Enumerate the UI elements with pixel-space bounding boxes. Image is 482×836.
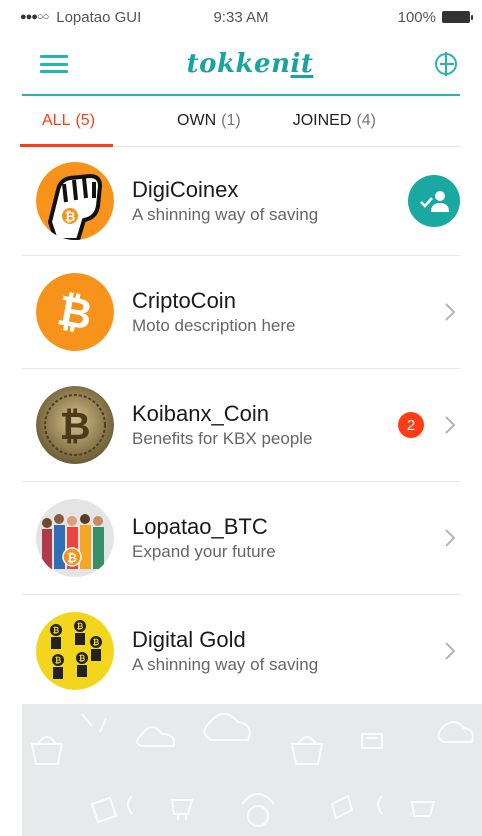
svg-text:₿: ₿	[60, 404, 91, 448]
svg-text:₿: ₿	[55, 656, 62, 665]
coin-meta: CriptoCoin Moto description here	[132, 288, 460, 336]
coin-description: Moto description here	[132, 316, 296, 335]
app-header: tokkenit	[22, 34, 460, 96]
bitcoin-avatar-icon: ₿	[36, 273, 114, 351]
coin-meta: Lopatao_BTC Expand your future	[132, 514, 460, 562]
svg-text:₿: ₿	[79, 654, 86, 663]
coin-name: Digital Gold	[132, 627, 246, 652]
list-item[interactable]: ₿ CriptoCoin Moto description here	[22, 256, 460, 369]
battery-percent: 100%	[397, 8, 436, 26]
tab-own[interactable]: OWN (1)	[177, 96, 241, 146]
carrier-info: ●●●○○ Lopatao GUI	[20, 9, 141, 26]
chevron-right-icon[interactable]	[444, 528, 456, 548]
tab-joined[interactable]: JOINED (4)	[293, 96, 376, 146]
battery-icon	[442, 11, 473, 23]
pattern-icons	[30, 713, 474, 827]
chevron-right-icon[interactable]	[444, 415, 456, 435]
carrier-name: Lopatao GUI	[56, 8, 142, 26]
join-group-button[interactable]	[408, 175, 460, 227]
battery-status: 100%	[397, 8, 473, 26]
svg-text:₿: ₿	[77, 622, 84, 631]
svg-text:₿: ₿	[65, 210, 76, 225]
status-bar: ●●●○○ Lopatao GUI 9:33 AM 100%	[0, 0, 482, 34]
menu-icon[interactable]	[40, 55, 68, 73]
chevron-right-icon[interactable]	[444, 302, 456, 322]
list-item[interactable]: ₿ Koibanx_Coin Benefits for KBX people 2	[22, 369, 460, 482]
coin-meta: Digital Gold A shinning way of saving	[132, 627, 460, 675]
list-item[interactable]: ₿ Lopatao_BTC Expand your future	[22, 482, 460, 595]
coin-avatar-fist-icon: ₿	[36, 162, 114, 240]
decorative-pattern-footer	[22, 704, 482, 836]
notification-badge: 2	[398, 412, 424, 438]
coin-name: Lopatao_BTC	[132, 514, 268, 539]
signal-dots-icon: ●●●○○	[20, 11, 49, 23]
gold-pattern-avatar-icon: ₿ ₿ ₿ ₿ ₿	[36, 612, 114, 690]
tab-bar: ALL (5) OWN (1) JOINED (4)	[19, 96, 460, 147]
add-coin-icon[interactable]	[432, 50, 460, 78]
coin-description: Expand your future	[132, 542, 276, 561]
chevron-right-icon[interactable]	[444, 641, 456, 661]
coin-description: A shinning way of saving	[132, 655, 319, 674]
coin-name: CriptoCoin	[132, 288, 236, 313]
app-logo: tokkenit	[186, 49, 314, 79]
gold-coin-avatar-icon: ₿	[36, 386, 114, 464]
join-person-icon	[420, 191, 449, 212]
svg-text:₿: ₿	[53, 626, 60, 635]
tab-all[interactable]: ALL (5)	[19, 96, 114, 147]
coin-list: ₿ DigiCoinex A shinning way of saving ₿ …	[22, 147, 460, 708]
list-item[interactable]: ₿ ₿ ₿ ₿ ₿ Digital Gold A shinning way of sav…	[22, 595, 460, 708]
people-avatar-icon: ₿	[36, 499, 114, 577]
list-item[interactable]: ₿ DigiCoinex A shinning way of saving	[22, 147, 460, 256]
svg-text:₿: ₿	[93, 638, 100, 647]
svg-text:₿: ₿	[67, 551, 77, 565]
